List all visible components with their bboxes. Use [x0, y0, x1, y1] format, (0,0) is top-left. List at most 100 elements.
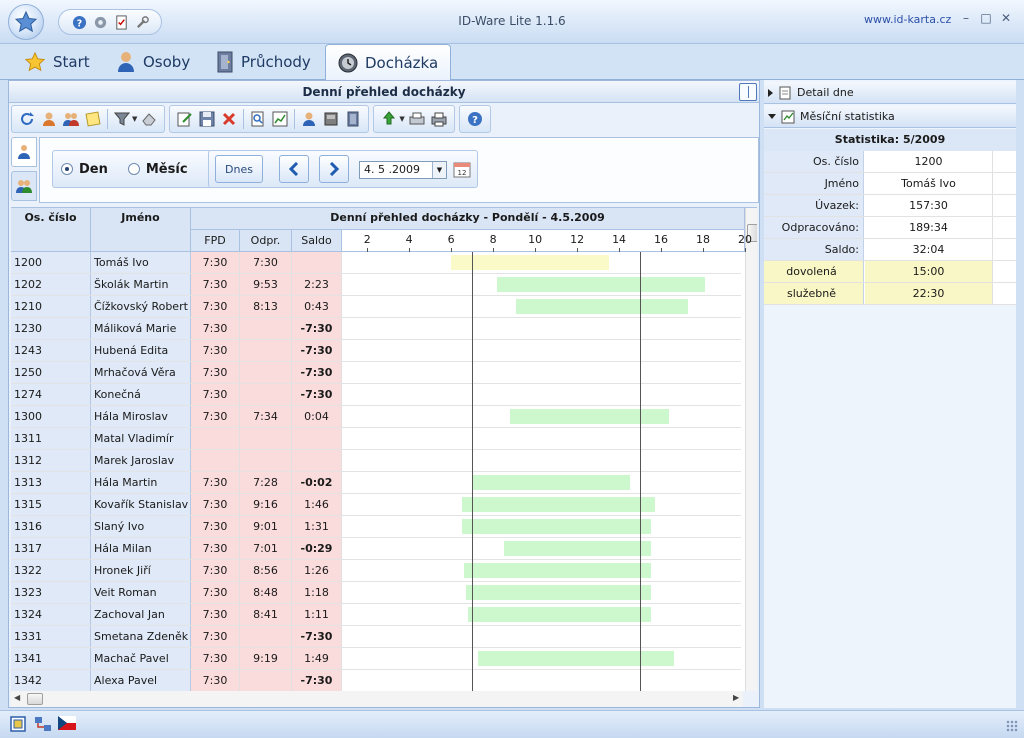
detail-day-section[interactable]: Detail dne [764, 82, 1016, 104]
layout-icon [10, 716, 26, 732]
table-row[interactable]: 1313 Hála Martin 7:30 7:28 -0:02 [11, 472, 741, 494]
table-row[interactable]: 1230 Máliková Marie 7:30 -7:30 [11, 318, 741, 340]
maximize-button[interactable]: □ [978, 10, 994, 26]
user-reload-button[interactable] [39, 109, 59, 129]
cell-id: 1324 [11, 604, 91, 625]
close-button[interactable]: ✕ [998, 10, 1014, 26]
tools-button[interactable] [134, 14, 151, 31]
chart-button[interactable] [270, 109, 290, 129]
horizontal-scrollbar-thumb[interactable] [27, 693, 43, 705]
help-icon: ? [72, 15, 87, 29]
table-row[interactable]: 1324 Zachoval Jan 7:30 8:41 1:11 [11, 604, 741, 626]
scroll-right-arrow[interactable]: ▶ [733, 693, 739, 702]
date-picker-input[interactable]: 4. 5 .2009 ▼ [359, 161, 447, 179]
network-button[interactable] [34, 716, 52, 732]
collapse-arrow-icon [768, 114, 776, 119]
table-row[interactable]: 1312 Marek Jaroslav [11, 450, 741, 472]
date-dropdown-arrow[interactable]: ▼ [432, 162, 446, 178]
layout-button[interactable] [10, 716, 28, 732]
table-row[interactable]: 1341 Machač Pavel 7:30 9:19 1:49 [11, 648, 741, 670]
table-row[interactable]: 1331 Smetana Zdeněk 7:30 -7:30 [11, 626, 741, 648]
settings-button[interactable] [92, 14, 109, 31]
export-dropdown-arrow[interactable]: ▼ [399, 115, 404, 123]
table-row[interactable]: 1342 Alexa Pavel 7:30 -7:30 [11, 670, 741, 691]
monthly-statistics-section[interactable]: Měsíční statistika [764, 106, 1016, 128]
toggle-side-panel-button[interactable] [739, 83, 757, 101]
table-row[interactable]: 1250 Mrhačová Věra 7:30 -7:30 [11, 362, 741, 384]
door-button[interactable] [343, 109, 363, 129]
cell-id: 1331 [11, 626, 91, 647]
cell-fpd: 7:30 [191, 406, 240, 427]
star-icon [14, 10, 38, 33]
help-button[interactable]: ? [71, 14, 88, 31]
website-link[interactable]: www.id-karta.cz [864, 13, 951, 26]
person-detail-button[interactable] [299, 109, 319, 129]
table-row[interactable]: 1311 Matal Vladimír [11, 428, 741, 450]
column-header-name[interactable]: Jméno [91, 208, 191, 252]
group-view-tab[interactable] [11, 171, 37, 201]
table-row[interactable]: 1323 Veit Roman 7:30 8:48 1:18 [11, 582, 741, 604]
column-header-saldo[interactable]: Saldo [292, 230, 342, 252]
statistics-value: 1200 [865, 151, 993, 172]
table-row[interactable]: 1322 Hronek Jiří 7:30 8:56 1:26 [11, 560, 741, 582]
minimize-button[interactable]: – [958, 10, 974, 26]
table-row[interactable]: 1210 Čížkovský Robert 7:30 8:13 0:43 [11, 296, 741, 318]
axis-tick-label: 14 [612, 233, 627, 246]
filter-button[interactable] [112, 109, 132, 129]
period-day-radio[interactable]: Den [61, 162, 108, 177]
group-button[interactable] [61, 109, 81, 129]
cell-balance [292, 428, 342, 449]
table-row[interactable]: 1200 Tomáš Ivo 7:30 7:30 [11, 252, 741, 274]
table-row[interactable]: 1315 Kovařík Stanislav 7:30 9:16 1:46 [11, 494, 741, 516]
table-row[interactable]: 1316 Slaný Ivo 7:30 9:01 1:31 [11, 516, 741, 538]
column-header-id[interactable]: Os. číslo [11, 208, 91, 252]
help-toolbar-button[interactable]: ? [465, 109, 485, 129]
cell-name: Tomáš Ivo [91, 252, 191, 273]
preview-button[interactable] [248, 109, 268, 129]
save-button[interactable] [197, 109, 217, 129]
table-row[interactable]: 1202 Školák Martin 7:30 9:53 2:23 [11, 274, 741, 296]
export-button[interactable] [379, 109, 399, 129]
single-person-view-tab[interactable] [11, 137, 37, 167]
tab-dochazka[interactable]: Docházka [325, 44, 452, 81]
tab-start[interactable]: Start [12, 44, 102, 80]
filter-dropdown-arrow[interactable]: ▼ [132, 115, 137, 123]
cell-fpd: 7:30 [191, 538, 240, 559]
edit-button[interactable] [175, 109, 195, 129]
cell-name: Machač Pavel [91, 648, 191, 669]
terminal-button[interactable] [321, 109, 341, 129]
app-menu-button[interactable] [8, 4, 44, 40]
table-row[interactable]: 1243 Hubená Edita 7:30 -7:30 [11, 340, 741, 362]
previous-day-button[interactable] [279, 155, 309, 183]
table-row[interactable]: 1300 Hála Miroslav 7:30 7:34 0:04 [11, 406, 741, 428]
statistics-value: 32:04 [865, 239, 993, 260]
tab-start-label: Start [53, 53, 90, 71]
print-preview-button[interactable] [407, 109, 427, 129]
horizontal-scrollbar[interactable]: ◀ ▶ [11, 691, 743, 707]
czech-flag-icon [58, 716, 76, 730]
resize-grip[interactable] [1006, 720, 1018, 732]
refresh-button[interactable] [17, 109, 37, 129]
period-month-radio[interactable]: Měsíc [127, 162, 188, 177]
print-button[interactable] [429, 109, 449, 129]
calendar-button[interactable]: 12 [453, 160, 471, 178]
maximize-icon: □ [980, 11, 992, 25]
delete-button[interactable] [219, 109, 239, 129]
clear-filter-button[interactable] [139, 109, 159, 129]
next-day-button[interactable] [319, 155, 349, 183]
scroll-left-arrow[interactable]: ◀ [14, 693, 20, 702]
cell-balance: 0:43 [292, 296, 342, 317]
cell-id: 1202 [11, 274, 91, 295]
today-button[interactable]: Dnes [215, 155, 263, 183]
notes-button[interactable] [83, 109, 103, 129]
column-header-odpr[interactable]: Odpr. [240, 230, 292, 252]
cell-worked [240, 384, 292, 405]
table-row[interactable]: 1317 Hála Milan 7:30 7:01 -0:29 [11, 538, 741, 560]
column-header-fpd[interactable]: FPD [191, 230, 240, 252]
tab-osoby[interactable]: Osoby [104, 44, 202, 80]
checklist-button[interactable] [113, 14, 130, 31]
vertical-scrollbar[interactable] [745, 208, 757, 691]
language-button[interactable] [58, 716, 76, 732]
tab-pruchody[interactable]: Průchody [204, 44, 323, 80]
table-row[interactable]: 1274Konečná Michaela7:30 -7:30 [11, 384, 741, 422]
